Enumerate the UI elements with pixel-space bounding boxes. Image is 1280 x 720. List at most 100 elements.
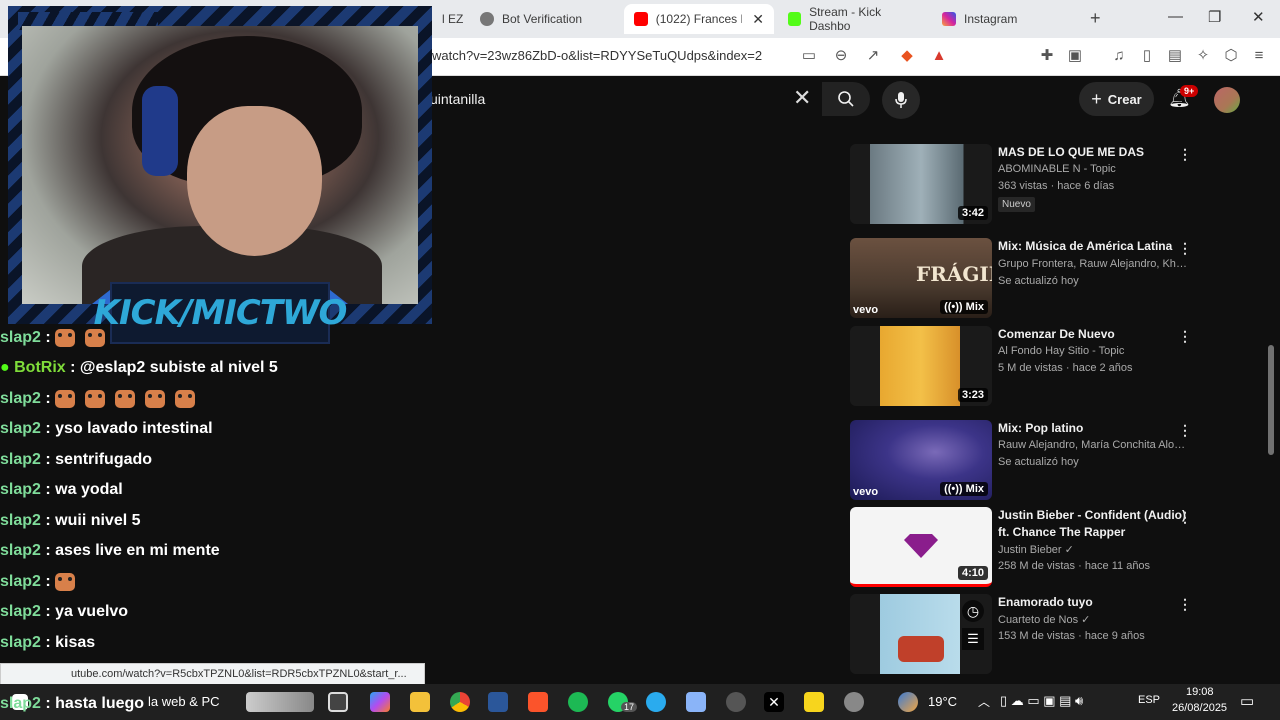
microphone-icon <box>895 92 907 108</box>
clock-date[interactable]: 26/08/2025 <box>1172 702 1227 714</box>
close-window-icon[interactable]: ✕ <box>1252 8 1265 26</box>
tab-instagram[interactable]: Instagram <box>932 4 1082 34</box>
extensions-icon[interactable]: ✚ <box>1038 47 1056 65</box>
scrollbar[interactable] <box>1268 345 1274 455</box>
zoom-icon[interactable]: ⊖ <box>832 47 850 65</box>
video-thumbnail[interactable]: 3:23 <box>850 326 992 406</box>
video-thumbnail[interactable]: 4:10 <box>850 507 992 587</box>
copilot-icon[interactable] <box>370 692 390 712</box>
video-title[interactable]: Mix: Música de América Latina <box>998 238 1188 255</box>
menu-icon[interactable]: ≡ <box>1250 47 1268 65</box>
brave-icon[interactable] <box>528 692 548 712</box>
tab-ez[interactable]: l EZ <box>432 4 473 34</box>
rec-item[interactable]: vevo ((•)) Mix Mix: Pop latino Rauw Alej… <box>850 420 1200 504</box>
tray-icons[interactable]: ▯ ☁ ▭ ▣ ▤ 🔊︎ <box>1000 693 1083 709</box>
weather-icon[interactable] <box>898 692 918 712</box>
avatar[interactable] <box>1214 87 1240 113</box>
brave-rewards-icon[interactable]: ▲ <box>930 47 948 65</box>
video-title[interactable]: Comenzar De Nuevo <box>998 326 1188 343</box>
more-options-icon[interactable]: ⋮ <box>1178 596 1192 613</box>
taskbar-search[interactable]: la web & PC <box>148 694 220 709</box>
rec-item[interactable]: 3:42 MAS DE LO QUE ME DAS ABOMINABLE N -… <box>850 144 1200 228</box>
chat-username: slap2 <box>0 573 41 590</box>
rec-item[interactable]: 3:23 Comenzar De Nuevo Al Fondo Hay Siti… <box>850 326 1200 410</box>
more-options-icon[interactable]: ⋮ <box>1178 422 1192 439</box>
leo-icon[interactable]: ✧ <box>1194 47 1212 65</box>
cast-icon[interactable]: ▭ <box>800 47 818 65</box>
taskbar: la web & PC 17 ✕ 19°C ︿ ▯ ☁ ▭ ▣ ▤ 🔊︎ ESP… <box>0 684 1280 720</box>
new-tab-icon[interactable]: + <box>1090 8 1101 29</box>
vpn-icon[interactable]: ⬡ <box>1222 47 1240 65</box>
clear-search-icon[interactable]: ✕ <box>793 85 811 111</box>
verified-bot-icon: ● <box>0 359 15 376</box>
chrome-icon[interactable] <box>450 692 470 712</box>
settings-icon[interactable] <box>844 692 864 712</box>
mix-label: Mix <box>965 301 984 313</box>
video-meta: Se actualizó hoy <box>998 456 1079 468</box>
tab-youtube[interactable]: (1022) Frances Li ✕ <box>624 4 774 34</box>
video-thumbnail[interactable]: ◷ ☰ <box>850 594 992 674</box>
obs-icon[interactable] <box>726 692 746 712</box>
chat-message: slap2 : <box>0 387 205 411</box>
file-explorer-icon[interactable] <box>410 692 430 712</box>
telegram-icon[interactable] <box>646 692 666 712</box>
search-button[interactable] <box>822 82 870 116</box>
rec-item[interactable]: FRÁGIL vevo ((•)) Mix Mix: Música de Amé… <box>850 238 1200 322</box>
weather-temp[interactable]: 19°C <box>928 694 957 709</box>
tray-chevron-icon[interactable]: ︿ <box>978 693 990 710</box>
chat-username: slap2 <box>0 695 41 712</box>
task-view-icon[interactable] <box>328 692 348 712</box>
close-tab-icon[interactable]: ✕ <box>752 11 764 28</box>
clock-time[interactable]: 19:08 <box>1186 686 1214 698</box>
thumbnail-text: FRÁGIL <box>916 262 992 286</box>
chat-text: : @eslap2 subiste al nivel 5 <box>70 359 278 376</box>
channel-name[interactable]: Cuarteto de Nos ✓ <box>998 613 1188 626</box>
spotify-icon[interactable] <box>568 692 588 712</box>
add-to-queue-icon[interactable]: ☰ <box>962 628 984 650</box>
share-icon[interactable]: ↗ <box>864 47 882 65</box>
screenshot-icon[interactable]: ▣ <box>1066 47 1084 65</box>
video-title[interactable]: Enamorado tuyo <box>998 594 1188 611</box>
emote-icon <box>85 328 106 347</box>
video-title[interactable]: MAS DE LO QUE ME DAS <box>998 144 1188 161</box>
x-icon[interactable]: ✕ <box>764 692 784 712</box>
search-highlight-icon[interactable] <box>246 692 314 712</box>
tab-kick[interactable]: Stream - Kick Dashbo <box>778 4 928 34</box>
channel-name[interactable]: ABOMINABLE N - Topic <box>998 163 1188 175</box>
notifications-icon[interactable]: ▭ <box>1240 692 1254 710</box>
watch-later-icon[interactable]: ◷ <box>962 600 984 622</box>
video-thumbnail[interactable]: vevo ((•)) Mix <box>850 420 992 500</box>
rec-item[interactable]: ◷ ☰ Enamorado tuyo Cuarteto de Nos ✓ 153… <box>850 594 1200 674</box>
brave-shield-icon[interactable]: ◆ <box>898 47 916 65</box>
more-options-icon[interactable]: ⋮ <box>1178 146 1192 163</box>
sidebar-icon[interactable]: ▯ <box>1138 47 1156 65</box>
minimize-icon[interactable]: — <box>1168 8 1183 25</box>
chat-text: : wuii nivel 5 <box>45 512 141 529</box>
more-options-icon[interactable]: ⋮ <box>1178 240 1192 257</box>
channel-name[interactable]: Justin Bieber ✓ <box>998 543 1188 556</box>
voice-search-button[interactable] <box>882 81 920 119</box>
url-field[interactable]: watch?v=23wz86ZbD-o&list=RDYYSeTuQUdps&i… <box>432 48 762 63</box>
wallet-icon[interactable]: ▤ <box>1166 47 1184 65</box>
video-title[interactable]: Mix: Pop latino <box>998 420 1188 437</box>
more-options-icon[interactable]: ⋮ <box>1178 328 1192 345</box>
sticky-notes-icon[interactable] <box>804 692 824 712</box>
language-indicator[interactable]: ESP <box>1138 694 1160 706</box>
rec-item[interactable]: 4:10 Justin Bieber - Confident (Audio) f… <box>850 507 1200 591</box>
word-icon[interactable] <box>488 692 508 712</box>
tab-bot-verification[interactable]: Bot Verification <box>470 4 620 34</box>
channel-name[interactable]: Al Fondo Hay Sitio - Topic <box>998 345 1188 357</box>
music-icon[interactable]: ♫ <box>1110 47 1128 65</box>
search-input[interactable]: uintanilla <box>430 91 485 107</box>
restore-icon[interactable]: ❐ <box>1208 8 1221 26</box>
channel-name[interactable]: Rauw Alejandro, María Conchita Alonso, .… <box>998 439 1188 451</box>
app-icon[interactable] <box>686 692 706 712</box>
video-thumbnail[interactable]: 3:42 <box>850 144 992 224</box>
channel-name[interactable]: Grupo Frontera, Rauw Alejandro, Khea y .… <box>998 258 1188 270</box>
create-button[interactable]: + Crear <box>1079 82 1154 116</box>
chat-username: slap2 <box>0 451 41 468</box>
video-title[interactable]: Justin Bieber - Confident (Audio) ft. Ch… <box>998 507 1188 541</box>
more-options-icon[interactable]: ⋮ <box>1178 509 1192 526</box>
search-icon <box>838 91 854 107</box>
video-thumbnail[interactable]: FRÁGIL vevo ((•)) Mix <box>850 238 992 318</box>
